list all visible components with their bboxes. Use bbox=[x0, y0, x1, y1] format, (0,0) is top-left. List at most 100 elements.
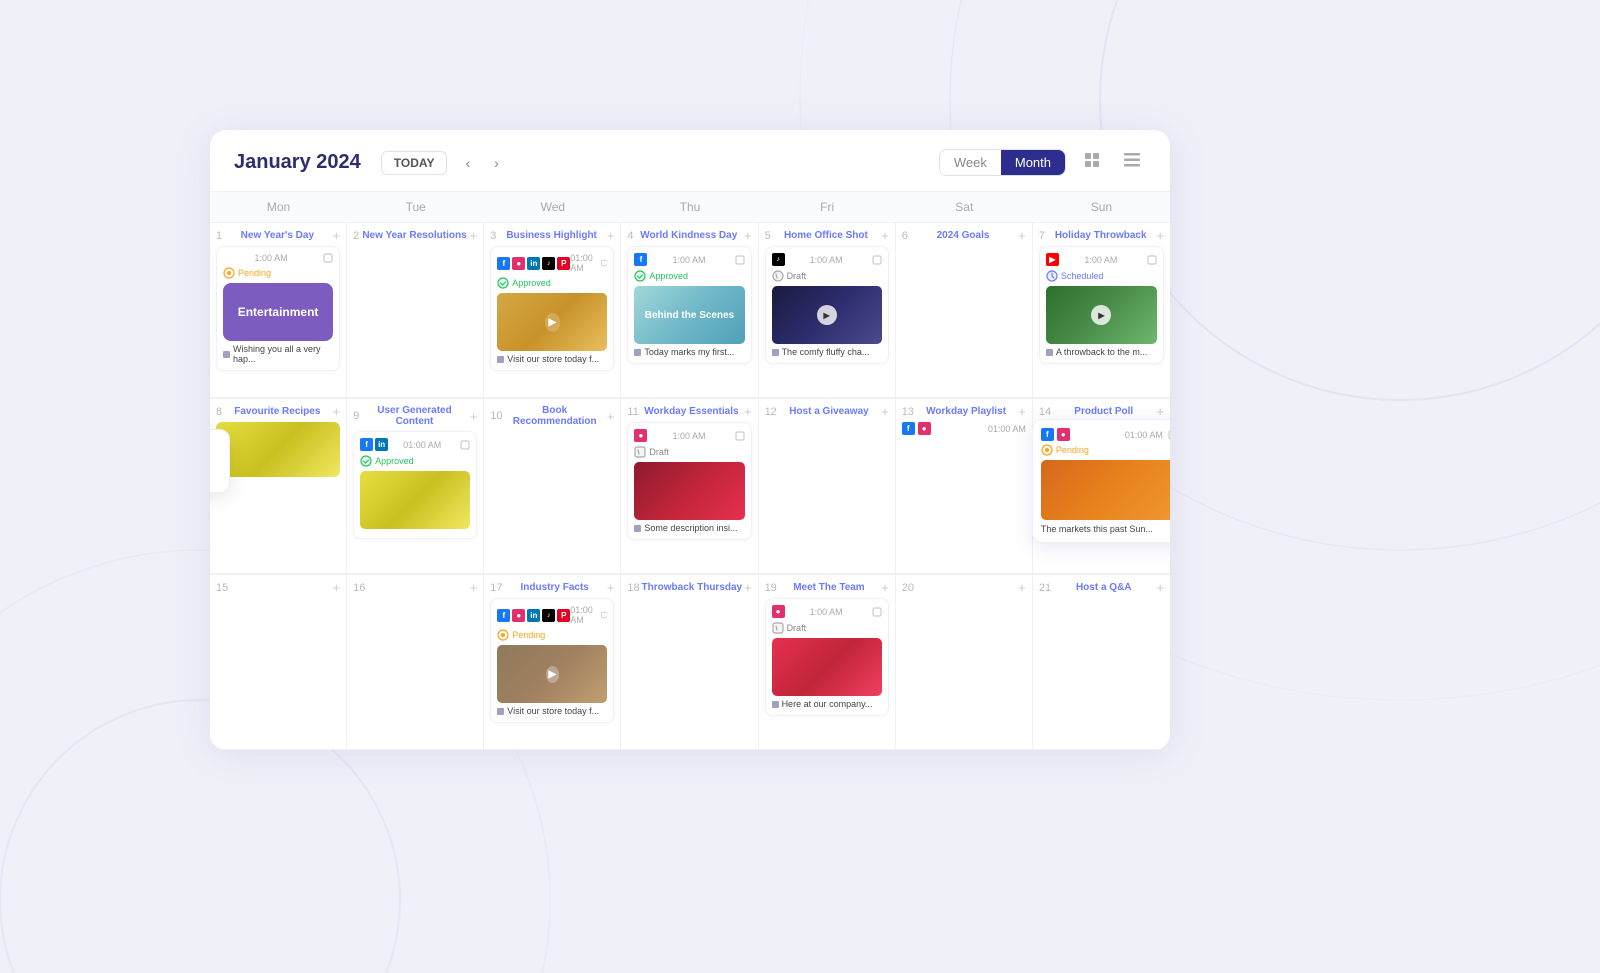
cal-cell-5: 5 Home Office Shot + ♪ 1:00 AM Draft ▶ bbox=[759, 223, 896, 398]
post-caption-17: Visit our store today f... bbox=[497, 706, 607, 716]
day-header-sat: Sat bbox=[896, 192, 1033, 222]
cell-num-19: 19 bbox=[765, 582, 777, 594]
cell-add-14[interactable]: + bbox=[1156, 405, 1164, 418]
cell-title-8[interactable]: Favourite Recipes bbox=[222, 406, 332, 417]
cell-title-12[interactable]: Host a Giveaway bbox=[777, 406, 881, 417]
today-button[interactable]: TODAY bbox=[381, 151, 448, 175]
week-row-1: 1 New Year's Day + 1:00 AM Pending Enter… bbox=[210, 223, 1170, 399]
post-img-5: ▶ bbox=[772, 286, 882, 344]
cell-add-1[interactable]: + bbox=[333, 229, 341, 242]
cell-title-11[interactable]: Workday Essentials bbox=[639, 406, 744, 417]
social-icons-4: f bbox=[634, 253, 647, 266]
post-status-9: Approved bbox=[360, 455, 470, 467]
cell-title-21[interactable]: Host a Q&A bbox=[1051, 582, 1156, 593]
cal-cell-8: 8 Favourite Recipes + #smallbusinessinsi… bbox=[210, 399, 347, 574]
cal-cell-20: 20 + bbox=[896, 575, 1033, 750]
cal-cell-15: 15 + bbox=[210, 575, 347, 750]
tt-icon-5: ♪ bbox=[772, 253, 785, 266]
cell-title-1[interactable]: New Year's Day bbox=[222, 230, 332, 241]
cell-num-12: 12 bbox=[765, 406, 777, 418]
cal-cell-13: 13 Workday Playlist + f ● 01:00 AM f ● 0… bbox=[896, 399, 1033, 574]
week-row-2: 8 Favourite Recipes + #smallbusinessinsi… bbox=[210, 399, 1170, 575]
cell-add-12[interactable]: + bbox=[881, 405, 889, 418]
day-headers: Mon Tue Wed Thu Fri Sat Sun bbox=[210, 192, 1170, 223]
post-card-7[interactable]: ▶ 1:00 AM Scheduled ▶ A throwback to the… bbox=[1039, 246, 1164, 364]
expanded-card-13[interactable]: f ● 01:00 AM Pending The markets this pa… bbox=[1032, 419, 1170, 543]
cell-title-13[interactable]: Workday Playlist bbox=[914, 406, 1018, 417]
cell-add-4[interactable]: + bbox=[744, 229, 752, 242]
cell-add-20[interactable]: + bbox=[1018, 581, 1026, 594]
cal-cell-18: 18 Throwback Thursday + bbox=[621, 575, 758, 750]
entertainment-img-1: Entertainment bbox=[223, 283, 333, 341]
post-card-9[interactable]: f in 01:00 AM Approved bbox=[353, 431, 477, 539]
cell-title-4[interactable]: World Kindness Day bbox=[634, 230, 744, 241]
post-caption-5: The comfy fluffy cha... bbox=[772, 347, 882, 357]
cell-add-21[interactable]: + bbox=[1156, 581, 1164, 594]
cell-title-9[interactable]: User Generated Content bbox=[359, 405, 469, 427]
prev-month-button[interactable]: ‹ bbox=[459, 153, 476, 173]
cell-add-7[interactable]: + bbox=[1156, 229, 1164, 242]
cell-num-15: 15 bbox=[216, 582, 228, 594]
cell-title-6[interactable]: 2024 Goals bbox=[908, 230, 1018, 241]
cell-add-18[interactable]: + bbox=[744, 581, 752, 594]
list-icon-button[interactable] bbox=[1118, 149, 1146, 176]
post-card-11[interactable]: ● 1:00 AM Draft Some description insi... bbox=[627, 422, 751, 540]
post-card-3[interactable]: f ● in ♪ P 01:00 AM Approved ▶ bbox=[490, 246, 614, 371]
cell-title-5[interactable]: Home Office Shot bbox=[771, 230, 881, 241]
cell-title-17[interactable]: Industry Facts bbox=[503, 582, 607, 593]
play-icon-7: ▶ bbox=[1091, 305, 1111, 325]
cal-cell-19: 19 Meet The Team + ● 1:00 AM Draft bbox=[759, 575, 896, 750]
post-card-5[interactable]: ♪ 1:00 AM Draft ▶ The comfy fluffy cha..… bbox=[765, 246, 889, 364]
post-caption-11: Some description insi... bbox=[634, 523, 744, 533]
cell-add-9[interactable]: + bbox=[470, 410, 478, 423]
cell-add-11[interactable]: + bbox=[744, 405, 752, 418]
cell-add-8[interactable]: + bbox=[333, 405, 341, 418]
post-img-19 bbox=[772, 638, 882, 696]
post-img-exp bbox=[1041, 460, 1170, 520]
cell-add-3[interactable]: + bbox=[607, 229, 615, 242]
next-month-button[interactable]: › bbox=[488, 153, 505, 173]
month-view-button[interactable]: Month bbox=[1001, 150, 1065, 175]
cell-add-6[interactable]: + bbox=[1018, 229, 1026, 242]
tt-icon: ♪ bbox=[542, 257, 555, 270]
cell-title-19[interactable]: Meet The Team bbox=[777, 582, 881, 593]
cell-add-5[interactable]: + bbox=[881, 229, 889, 242]
cell-title-14[interactable]: Product Poll bbox=[1051, 406, 1156, 417]
cell-add-13[interactable]: + bbox=[1018, 405, 1026, 418]
cell-add-19[interactable]: + bbox=[881, 581, 889, 594]
post-img-11 bbox=[634, 462, 744, 520]
cell-add-15[interactable]: + bbox=[333, 581, 341, 594]
post-card-4[interactable]: f 1:00 AM Approved Behind the Scenes Tod… bbox=[627, 246, 751, 364]
cal-cell-7: 7 Holiday Throwback + ▶ 1:00 AM Schedule… bbox=[1033, 223, 1170, 398]
post-card-1[interactable]: 1:00 AM Pending Entertainment Wishing yo… bbox=[216, 246, 340, 371]
post-status-5: Draft bbox=[772, 270, 882, 282]
cell-num-14: 14 bbox=[1039, 406, 1051, 418]
day-header-thu: Thu bbox=[621, 192, 758, 222]
cell-add-10[interactable]: + bbox=[607, 410, 615, 423]
cell-title-3[interactable]: Business Highlight bbox=[496, 230, 606, 241]
grid-icon-button[interactable] bbox=[1078, 148, 1106, 177]
day-header-mon: Mon bbox=[210, 192, 347, 222]
cell-title-7[interactable]: Holiday Throwback bbox=[1045, 230, 1156, 241]
cell-add-16[interactable]: + bbox=[470, 581, 478, 594]
in-icon: ● bbox=[512, 257, 525, 270]
cal-cell-9: 9 User Generated Content + f in 01:00 AM… bbox=[347, 399, 484, 574]
post-caption-19: Here at our company... bbox=[772, 699, 882, 709]
cell-add-17[interactable]: + bbox=[607, 581, 615, 594]
cell-title-10[interactable]: Book Recommendation bbox=[503, 405, 607, 427]
hashtag-tooltip: #smallbusinessinsights #smallbizlife#sma… bbox=[210, 429, 230, 493]
post-card-19[interactable]: ● 1:00 AM Draft Here at our company... bbox=[765, 598, 889, 716]
cell-num-13: 13 bbox=[902, 406, 914, 418]
post-status-3: Approved bbox=[497, 277, 607, 289]
cell-num-18: 18 bbox=[627, 582, 639, 594]
cal-cell-1: 1 New Year's Day + 1:00 AM Pending Enter… bbox=[210, 223, 347, 398]
cell-title-18[interactable]: Throwback Thursday bbox=[640, 582, 744, 593]
post-caption-3: Visit our store today f... bbox=[497, 354, 607, 364]
cal-cell-10: 10 Book Recommendation + bbox=[484, 399, 621, 574]
cell-add-2[interactable]: + bbox=[470, 229, 478, 242]
cell-title-2[interactable]: New Year Resolutions bbox=[359, 230, 469, 241]
week-view-button[interactable]: Week bbox=[940, 150, 1001, 175]
cell-num-10: 10 bbox=[490, 410, 502, 422]
post-status-4: Approved bbox=[634, 270, 744, 282]
post-card-17[interactable]: f ● in ♪ P 01:00 AM Pending ▶ bbox=[490, 598, 614, 723]
